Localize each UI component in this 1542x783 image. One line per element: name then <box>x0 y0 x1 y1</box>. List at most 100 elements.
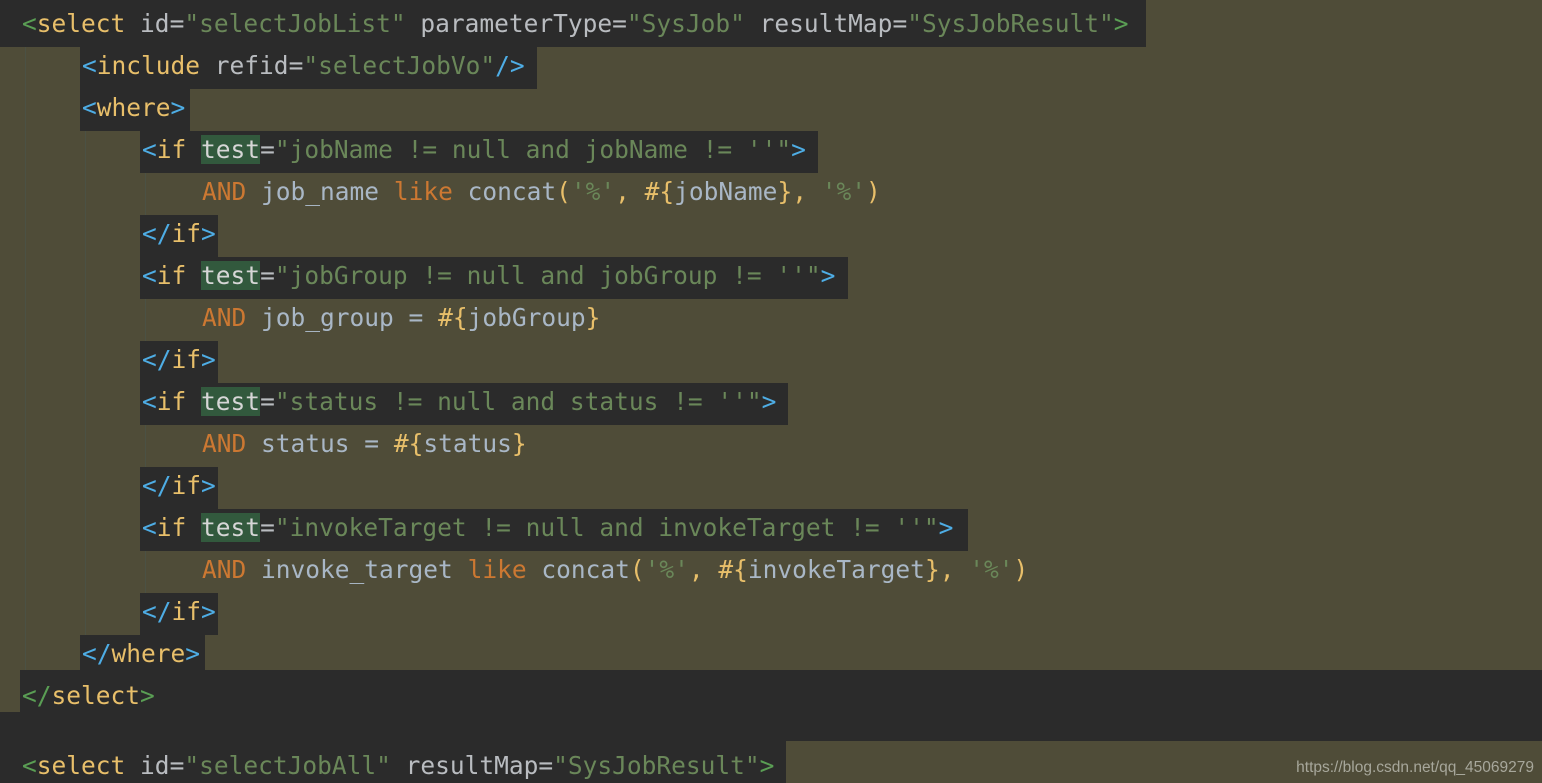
code-line-19[interactable]: <select id="selectJobAll" resultMap="Sys… <box>22 745 774 783</box>
tag-selfclose-bracket: /> <box>495 51 525 80</box>
attr-value-resultmap: "SysJobResult" <box>553 751 760 780</box>
indent-guide-5 <box>145 425 146 467</box>
brace-close: } <box>585 303 601 332</box>
code-line-7[interactable]: <if test="jobGroup != null and jobGroup … <box>142 255 835 297</box>
param-invoketarget: invokeTarget <box>747 555 925 584</box>
brace-open: #{ <box>438 303 468 332</box>
function-concat: concat <box>541 555 630 584</box>
condition-jobgroup: "jobGroup != null and jobGroup != ''" <box>274 261 821 290</box>
code-line-9[interactable]: </if> <box>142 339 216 381</box>
tag-name-if: if <box>156 387 187 416</box>
attr-parametertype: parameterType <box>420 9 613 38</box>
equals: = <box>538 751 554 780</box>
brace-open: #{ <box>644 177 675 206</box>
attr-value-refid: "selectJobVo" <box>303 51 496 80</box>
code-line-17[interactable]: </select> <box>22 675 155 717</box>
brace-close: } <box>511 429 527 458</box>
comma: , <box>688 555 719 584</box>
attr-test-highlighted: test <box>201 513 261 542</box>
comma: , <box>939 555 970 584</box>
brace-close: } <box>777 177 793 206</box>
tag-close-bracket: > <box>201 345 216 374</box>
code-line-10[interactable]: <if test="status != null and status != '… <box>142 381 776 423</box>
keyword-and: AND <box>202 555 247 584</box>
attr-value-id: "selectJobList" <box>184 9 406 38</box>
attr-id: id <box>140 751 170 780</box>
code-line-3[interactable]: <where> <box>82 87 185 129</box>
tag-name-select: select <box>36 9 126 38</box>
code-line-14[interactable]: AND invoke_target like concat('%', #{inv… <box>202 549 1028 591</box>
comma: , <box>615 177 645 206</box>
code-line-11[interactable]: AND status = #{status} <box>202 423 527 465</box>
tag-name-if: if <box>156 135 187 164</box>
tag-name-if: if <box>171 345 202 374</box>
comma: , <box>792 177 822 206</box>
function-concat: concat <box>467 177 557 206</box>
brace-open: #{ <box>393 429 424 458</box>
code-line-12[interactable]: </if> <box>142 465 216 507</box>
code-editor-viewport[interactable]: <select id="selectJobList" parameterType… <box>0 0 1542 783</box>
attr-test-highlighted: test <box>201 261 261 290</box>
tag-close-bracket: > <box>140 681 155 710</box>
attr-test-highlighted: test <box>201 135 261 164</box>
watermark-url: https://blog.csdn.net/qq_45069279 <box>1296 759 1534 776</box>
attr-resultmap: resultMap <box>405 751 539 780</box>
literal-percent: '%' <box>969 555 1014 584</box>
tag-name-where: where <box>96 93 171 122</box>
condition-status: "status != null and status != ''" <box>274 387 762 416</box>
code-line-6[interactable]: </if> <box>142 213 216 255</box>
equals: = <box>169 751 185 780</box>
code-line-15[interactable]: </if> <box>142 591 216 633</box>
condition-invoketarget: "invokeTarget != null and invokeTarget !… <box>274 513 939 542</box>
tag-close-bracket: > <box>791 135 806 164</box>
literal-percent: '%' <box>821 177 866 206</box>
attr-test-highlighted: test <box>201 387 261 416</box>
tag-name-if: if <box>171 471 202 500</box>
equals: = <box>892 9 908 38</box>
code-line-4[interactable]: <if test="jobName != null and jobName !=… <box>142 129 806 171</box>
column-job-name: job_name <box>261 177 380 206</box>
indent-guide-1 <box>25 47 26 670</box>
tag-open-bracket: < <box>142 261 157 290</box>
code-line-1[interactable]: <select id="selectJobList" parameterType… <box>22 3 1128 45</box>
equals: = <box>260 387 275 416</box>
attr-value-id: "selectJobAll" <box>184 751 391 780</box>
equals-operator: = <box>349 429 394 458</box>
tag-name-where: where <box>111 639 186 668</box>
tag-close-bracket: > <box>201 471 216 500</box>
tag-close-bracket: > <box>761 387 777 416</box>
keyword-like: like <box>393 177 453 206</box>
tag-open-bracket: </ <box>142 345 172 374</box>
brace-close: } <box>924 555 940 584</box>
lower-left-highlight-tail <box>0 670 20 712</box>
attr-refid: refid <box>214 51 289 80</box>
keyword-like: like <box>467 555 527 584</box>
tag-close-bracket: > <box>938 513 954 542</box>
equals: = <box>288 51 304 80</box>
tag-open-bracket: < <box>142 135 157 164</box>
indent-guide-2 <box>85 131 86 635</box>
code-line-2[interactable]: <include refid="selectJobVo"/> <box>82 45 525 87</box>
tag-close-bracket: > <box>185 639 201 668</box>
code-line-13[interactable]: <if test="invokeTarget != null and invok… <box>142 507 953 549</box>
code-line-8[interactable]: AND job_group = #{jobGroup} <box>202 297 600 339</box>
code-line-16[interactable]: </where> <box>82 633 200 675</box>
line-1-trailing-bg <box>1146 0 1542 47</box>
tag-name-if: if <box>156 513 187 542</box>
paren-close: ) <box>865 177 881 206</box>
code-line-5[interactable]: AND job_name like concat('%', #{jobName}… <box>202 171 881 213</box>
attr-value-parametertype: "SysJob" <box>626 9 745 38</box>
equals: = <box>169 9 185 38</box>
equals: = <box>260 261 275 290</box>
